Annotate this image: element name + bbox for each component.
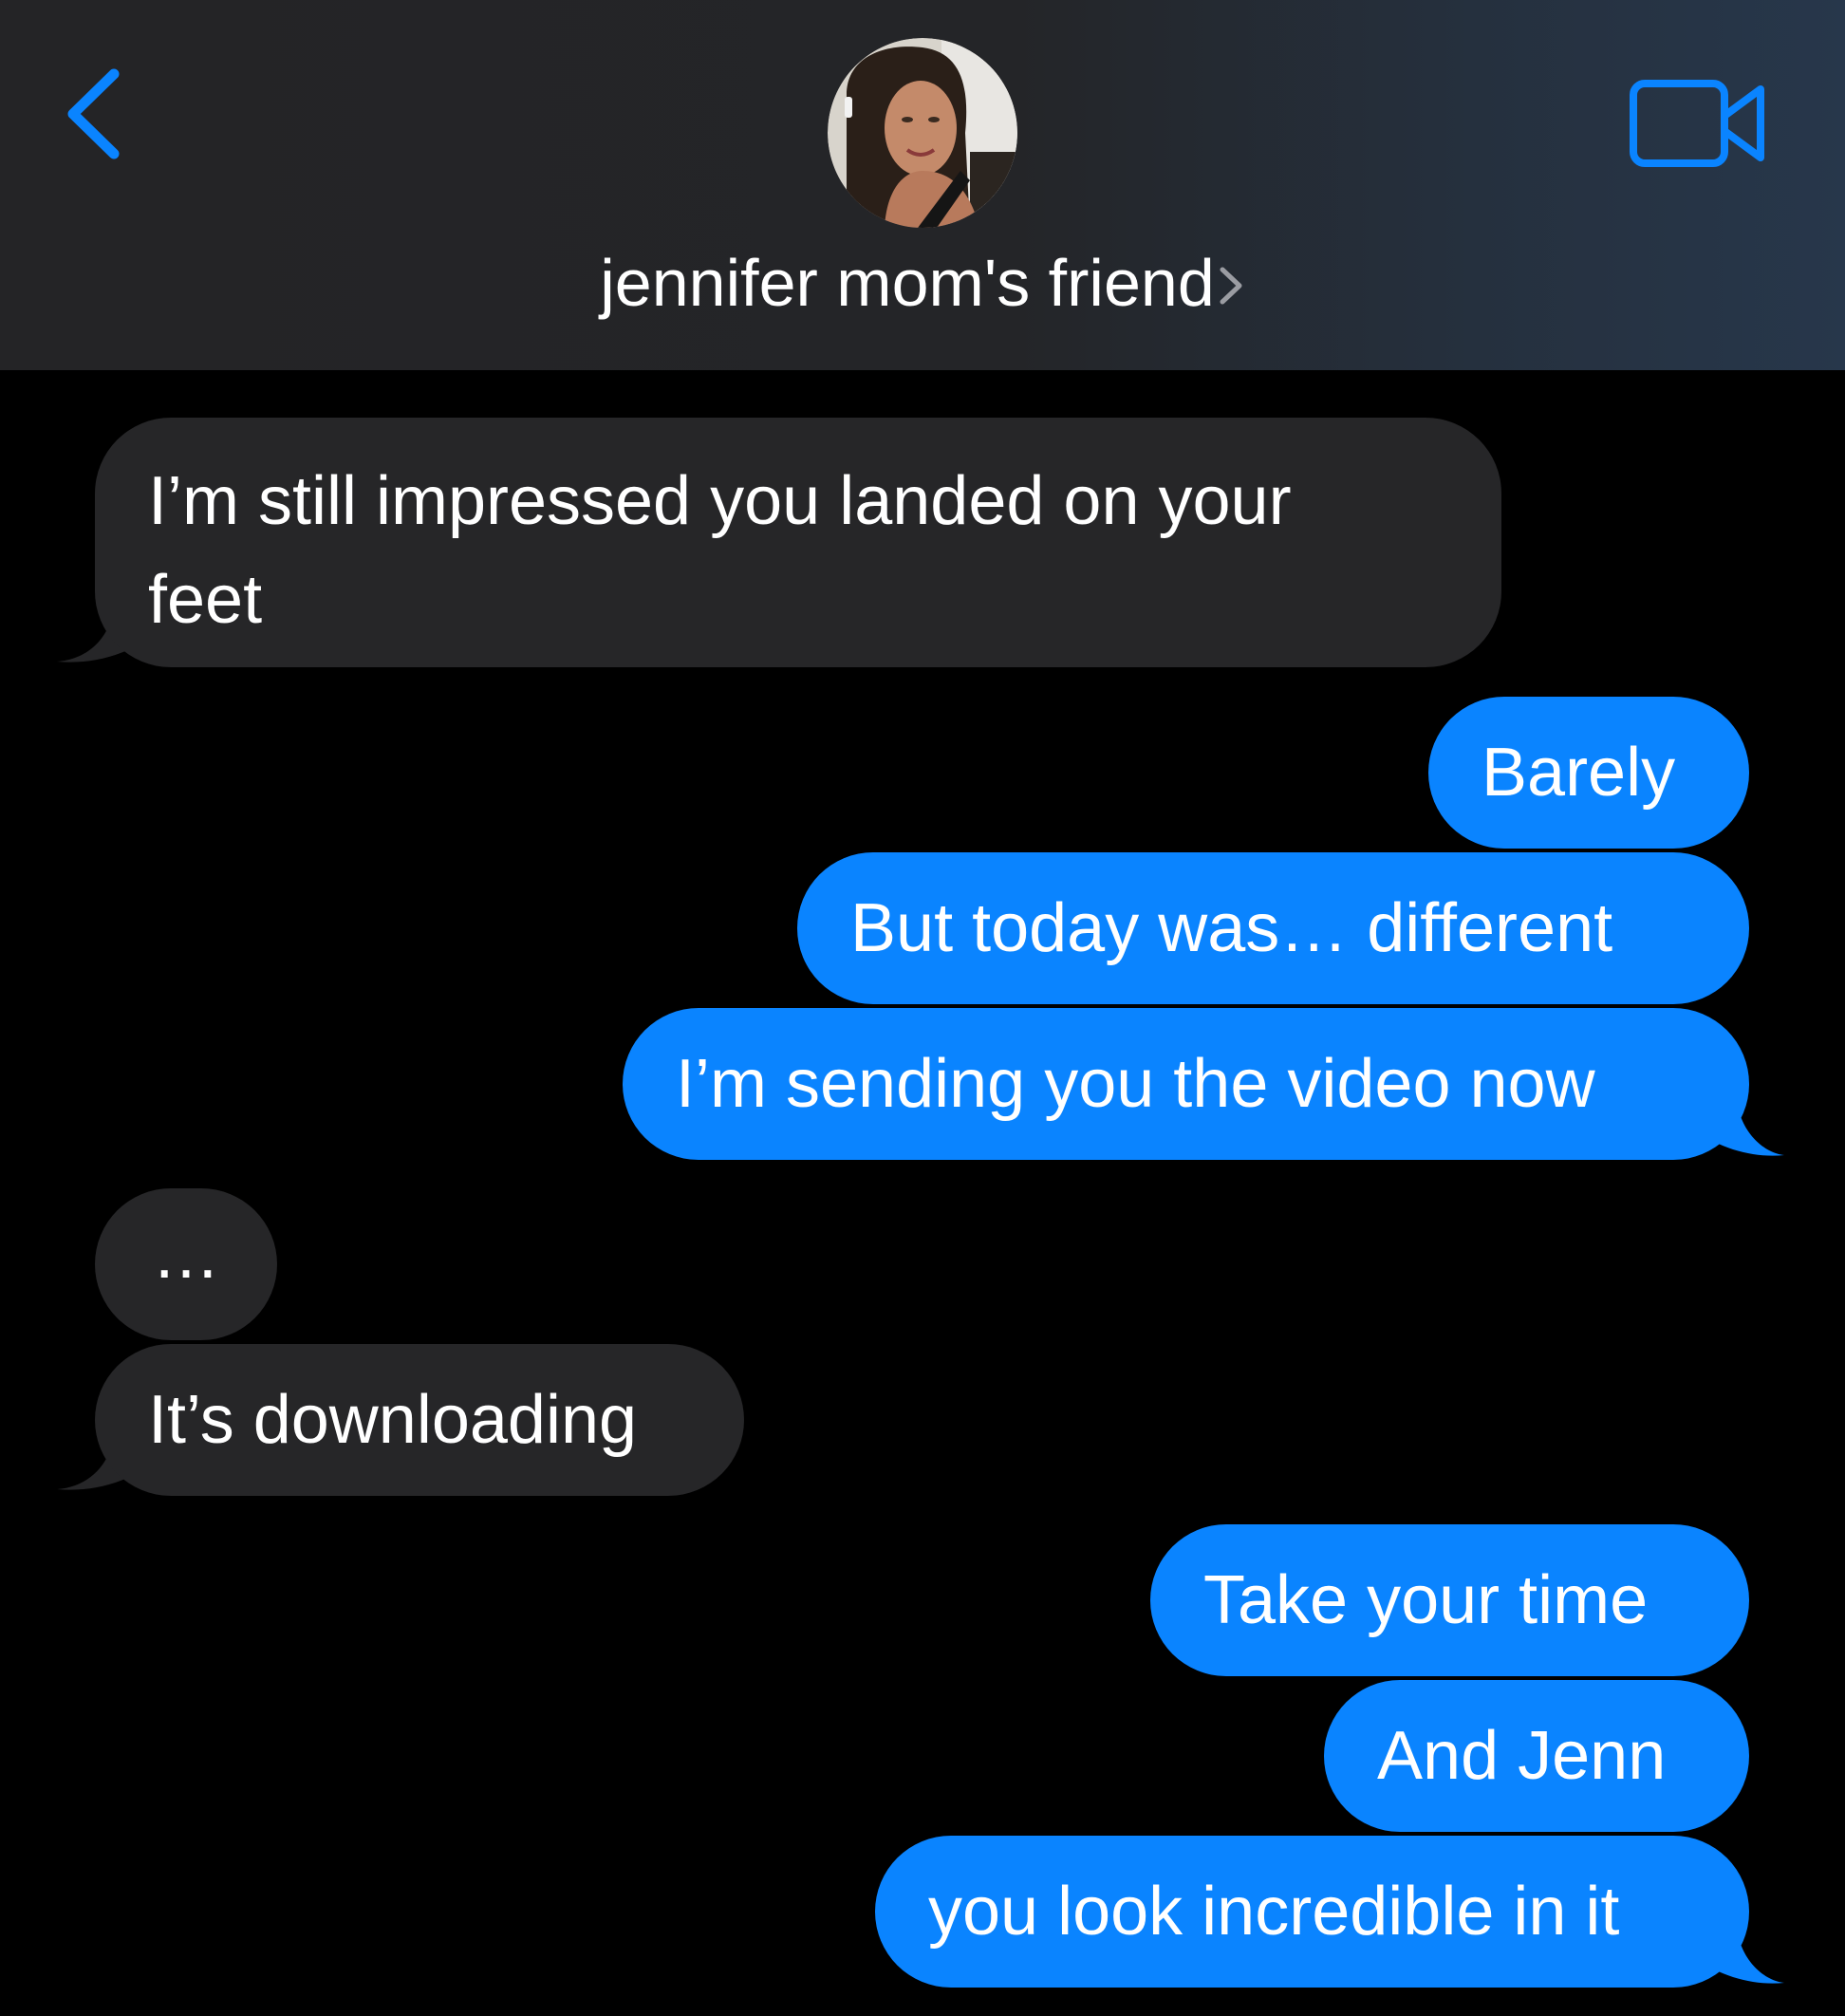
contact-name: jennifer mom's friend: [600, 246, 1215, 320]
message-text: But today was… different: [850, 890, 1613, 966]
message-bubble-outgoing[interactable]: I’m sending you the video now: [623, 1008, 1749, 1160]
message-text-line: I’m still impressed you landed on your: [148, 463, 1292, 539]
message-bubble-outgoing[interactable]: And Jenn: [1324, 1680, 1749, 1832]
message-text: …: [152, 1217, 220, 1293]
message-text: Barely: [1482, 735, 1676, 811]
back-button[interactable]: [52, 57, 138, 171]
contact-photo: [828, 38, 1017, 228]
messages-screen: jennifer mom's friend I’m still impresse…: [0, 0, 1845, 2016]
conversation-header: jennifer mom's friend: [0, 0, 1845, 370]
message-text: It’s downloading: [148, 1382, 638, 1458]
message-bubble-outgoing[interactable]: Barely: [1428, 697, 1749, 849]
chevron-right-icon: [1220, 267, 1242, 305]
message-text: I’m sending you the video now: [676, 1046, 1595, 1122]
message-text-line: feet: [148, 562, 263, 638]
contact-avatar[interactable]: [828, 38, 1017, 228]
message-text: And Jenn: [1377, 1718, 1667, 1794]
video-camera-icon: [1630, 80, 1764, 167]
message-bubble-incoming[interactable]: It’s downloading: [95, 1344, 744, 1496]
message-bubble-outgoing[interactable]: Take your time: [1150, 1524, 1749, 1676]
contact-name-button[interactable]: jennifer mom's friend: [0, 235, 1845, 330]
chevron-left-icon: [67, 68, 120, 159]
message-bubble-incoming[interactable]: I’m still impressed you landed on your f…: [95, 418, 1501, 667]
message-bubble-outgoing[interactable]: But today was… different: [797, 852, 1749, 1004]
facetime-video-button[interactable]: [1628, 76, 1775, 171]
message-bubble-incoming[interactable]: …: [95, 1188, 277, 1340]
message-text: you look incredible in it: [928, 1874, 1620, 1950]
message-text: Take your time: [1203, 1562, 1649, 1638]
message-bubble-outgoing[interactable]: you look incredible in it: [875, 1836, 1749, 1988]
